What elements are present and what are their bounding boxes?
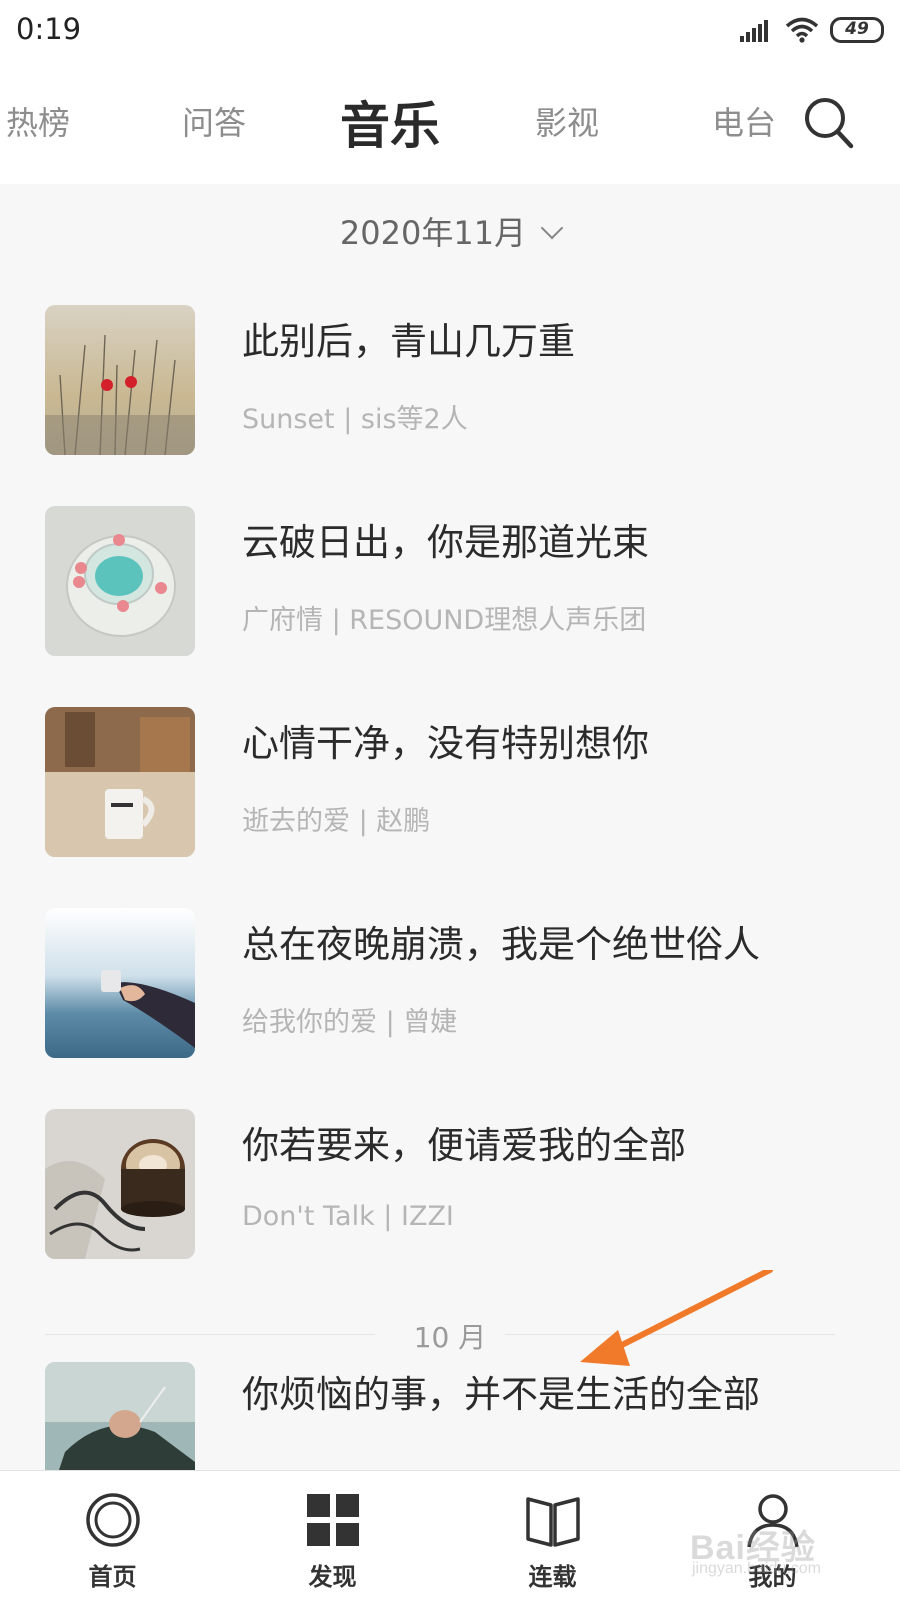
tab-hot[interactable]: 热榜 — [6, 98, 70, 144]
tab-radio[interactable]: 电台 — [712, 98, 776, 144]
battery-icon: 49 — [830, 17, 884, 43]
song-cover-image — [45, 506, 195, 656]
annotation-arrow-icon — [580, 1270, 773, 1366]
tab-film[interactable]: 影视 — [535, 98, 599, 144]
tab-music[interactable]: 音乐 — [340, 86, 440, 158]
wifi-icon — [785, 17, 819, 43]
tab-qa[interactable]: 问答 — [182, 98, 246, 144]
song-cover-image — [45, 707, 195, 857]
song-item[interactable]: 云破日出，你是那道光束 广府情 | RESOUND理想人声乐团 — [0, 506, 900, 656]
song-title: 总在夜晚崩溃，我是个绝世俗人 — [242, 923, 760, 966]
status-bar: 0:19 49 — [0, 0, 900, 62]
song-meta: 广府情 | RESOUND理想人声乐团 — [242, 605, 647, 636]
song-meta: Don't Talk | IZZI — [242, 1201, 454, 1232]
home-circle-icon — [86, 1493, 140, 1547]
song-title: 你若要来，便请爱我的全部 — [242, 1124, 686, 1167]
nav-serial[interactable]: 连载 — [440, 1471, 665, 1600]
nav-home[interactable]: 首页 — [0, 1471, 225, 1600]
nav-discover[interactable]: 发现 — [220, 1471, 445, 1600]
month-label: 2020年11月 — [339, 214, 527, 252]
song-item[interactable]: 总在夜晚崩溃，我是个绝世俗人 给我你的爱 | 曾婕 — [0, 908, 900, 1058]
song-cover-image — [45, 1362, 195, 1470]
chevron-down-icon — [540, 216, 564, 240]
nav-home-label: 首页 — [88, 1563, 137, 1591]
song-meta: 给我你的爱 | 曾婕 — [242, 1007, 458, 1038]
song-item[interactable]: 心情干净，没有特别想你 逝去的爱 | 赵鹏 — [0, 707, 900, 857]
song-meta: Sunset | sis等2人 — [242, 404, 468, 435]
song-item[interactable]: 此别后，青山几万重 Sunset | sis等2人 — [0, 305, 900, 455]
nav-serial-label: 连载 — [528, 1563, 577, 1591]
song-title: 此别后，青山几万重 — [242, 320, 575, 363]
signal-icon — [740, 18, 774, 42]
top-tab-bar: 热榜 问答 音乐 影视 电台 — [0, 62, 900, 184]
song-title: 心情干净，没有特别想你 — [242, 722, 649, 765]
song-meta: 逝去的爱 | 赵鹏 — [242, 806, 431, 837]
book-icon — [526, 1497, 580, 1547]
month-selector[interactable]: 2020年11月 — [0, 208, 900, 254]
song-cover-image — [45, 305, 195, 455]
nav-discover-label: 发现 — [308, 1563, 357, 1591]
status-time: 0:19 — [16, 12, 82, 46]
song-cover-image — [45, 908, 195, 1058]
watermark-url: jingyan.baidu.com — [692, 1560, 821, 1577]
song-title: 云破日出，你是那道光束 — [242, 521, 649, 564]
search-icon[interactable] — [803, 96, 855, 150]
grid-icon — [307, 1494, 359, 1546]
song-item[interactable]: 你若要来，便请爱我的全部 Don't Talk | IZZI — [0, 1109, 900, 1259]
song-cover-image — [45, 1109, 195, 1259]
battery-level: 49 — [845, 19, 869, 39]
